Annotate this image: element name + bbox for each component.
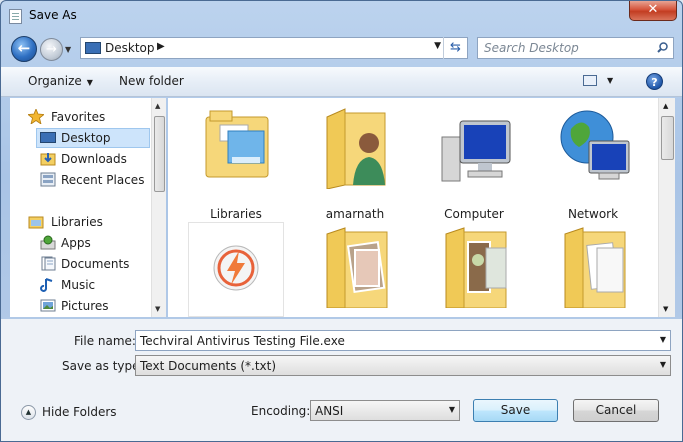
breadcrumb-chevron-icon[interactable]: ▶: [157, 41, 165, 52]
nav-label: Libraries: [51, 215, 103, 229]
app-shortcut-icon: [213, 245, 259, 291]
nav-label: Recent Places: [61, 173, 145, 187]
cancel-button[interactable]: Cancel: [573, 399, 659, 422]
photo-folder-icon: [326, 227, 388, 308]
recent-places-icon: [40, 172, 56, 187]
file-item-libraries[interactable]: Libraries: [188, 103, 284, 221]
command-toolbar: Organize ▼ New folder ▼ ?: [1, 67, 682, 97]
title-bar: Save As ✕: [1, 1, 682, 31]
computer-icon: [441, 120, 511, 182]
file-label: Computer: [444, 207, 504, 221]
close-button[interactable]: ✕: [629, 1, 677, 21]
nav-label: Apps: [61, 236, 91, 250]
organize-button[interactable]: Organize ▼: [28, 74, 93, 88]
help-icon[interactable]: ?: [646, 73, 663, 90]
nav-item-desktop[interactable]: Desktop: [36, 128, 150, 148]
save-button[interactable]: Save: [473, 399, 558, 422]
search-input[interactable]: Search Desktop: [477, 37, 674, 59]
file-list: Libraries amarnath Computer Network ▲ ▼: [168, 98, 675, 317]
save-as-dialog: Save As ✕ ← → ▼ Desktop ▶ ▼ ⇆ Search Des…: [0, 0, 683, 442]
encoding-select[interactable]: ANSI ▼: [310, 400, 460, 421]
encoding-value: ANSI: [315, 404, 344, 418]
file-label: amarnath: [325, 207, 385, 221]
file-item-network[interactable]: Network: [545, 103, 641, 221]
file-item-amarnath[interactable]: amarnath: [307, 103, 403, 221]
address-location[interactable]: Desktop: [105, 41, 155, 55]
scroll-down-icon[interactable]: ▼: [155, 305, 160, 313]
view-dropdown[interactable]: ▼: [607, 76, 613, 85]
save-type-value: Text Documents (*.txt): [140, 359, 277, 373]
libraries-icon: [28, 216, 44, 229]
notepad-icon: [9, 9, 22, 24]
address-row: ← → ▼ Desktop ▶ ▼ ⇆ Search Desktop: [1, 31, 682, 65]
scroll-down-icon[interactable]: ▼: [663, 305, 668, 313]
desktop-icon: [85, 42, 101, 54]
address-dropdown[interactable]: ▼: [434, 41, 441, 51]
file-name-label: File name:: [74, 334, 136, 348]
organize-label: Organize: [28, 74, 82, 88]
pictures-icon: [40, 299, 56, 312]
file-item-computer[interactable]: Computer: [426, 103, 522, 221]
save-type-select[interactable]: Text Documents (*.txt) ▼: [135, 355, 671, 376]
save-type-label: Save as type:: [62, 359, 144, 373]
chevron-down-icon[interactable]: ▼: [660, 360, 666, 369]
navigation-pane: Favorites Desktop Downloads Recent Place…: [10, 98, 166, 317]
address-bar[interactable]: Desktop ▶ ▼ ⇆: [80, 37, 468, 59]
photo-folder-icon: [445, 227, 507, 308]
documents-icon: [41, 256, 56, 271]
music-icon: [40, 278, 53, 292]
change-view-icon[interactable]: [583, 75, 597, 86]
user-folder-icon: [326, 108, 386, 189]
nav-label: Pictures: [61, 299, 109, 313]
network-icon: [560, 110, 630, 180]
window-title: Save As: [29, 8, 77, 22]
nav-label: Music: [61, 278, 96, 292]
new-folder-button[interactable]: New folder: [119, 74, 184, 88]
scroll-thumb[interactable]: [661, 116, 674, 160]
nav-item-libraries[interactable]: Libraries: [28, 212, 168, 232]
encoding-label: Encoding:: [251, 404, 311, 418]
nav-label: Downloads: [61, 152, 127, 166]
file-name-field[interactable]: Techviral Antivirus Testing File.exe ▼: [135, 330, 671, 351]
downloads-icon: [40, 153, 56, 166]
search-placeholder: Search Desktop: [484, 41, 579, 55]
nav-label: Desktop: [61, 131, 111, 145]
chevron-down-icon: ▼: [86, 78, 93, 87]
content-scrollbar[interactable]: ▲ ▼: [658, 98, 675, 317]
scroll-thumb[interactable]: [154, 116, 165, 192]
nav-item-favorites[interactable]: Favorites: [28, 107, 168, 127]
nav-scrollbar[interactable]: ▲ ▼: [151, 98, 166, 317]
apps-icon: [40, 235, 56, 250]
file-label: Libraries: [210, 207, 262, 221]
desktop-icon: [40, 132, 56, 143]
file-name-value[interactable]: Techviral Antivirus Testing File.exe: [140, 334, 345, 348]
file-label: Network: [567, 207, 619, 221]
chevron-down-icon[interactable]: ▼: [449, 405, 455, 414]
recent-pages-dropdown[interactable]: ▼: [65, 45, 71, 54]
back-button[interactable]: ←: [11, 36, 37, 62]
nav-label: Documents: [61, 257, 130, 271]
forward-button[interactable]: →: [40, 38, 63, 61]
file-item-app-shortcut[interactable]: [188, 222, 284, 317]
hide-folders-label: Hide Folders: [42, 405, 117, 419]
save-options-panel: File name: Techviral Antivirus Testing F…: [1, 319, 682, 441]
libraries-folder-icon: [205, 110, 269, 178]
star-icon: [28, 109, 44, 124]
document-folder-icon: [564, 227, 626, 308]
scroll-up-icon[interactable]: ▲: [663, 102, 668, 110]
chevron-down-icon[interactable]: ▼: [660, 335, 666, 344]
refresh-icon[interactable]: ⇆: [443, 37, 467, 59]
scroll-up-icon[interactable]: ▲: [155, 102, 160, 110]
chevron-up-icon: ▲: [21, 405, 36, 420]
nav-label: Favorites: [51, 110, 106, 124]
search-icon[interactable]: [657, 42, 668, 53]
